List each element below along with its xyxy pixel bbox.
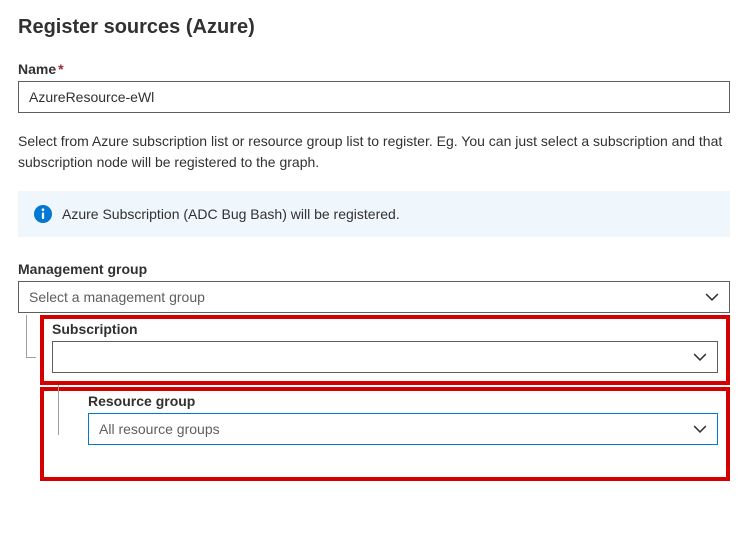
chevron-down-icon xyxy=(705,290,719,304)
info-banner-text: Azure Subscription (ADC Bug Bash) will b… xyxy=(62,206,400,222)
subscription-highlight: Subscription xyxy=(40,315,730,385)
chevron-down-icon xyxy=(693,350,707,364)
helper-text: Select from Azure subscription list or r… xyxy=(18,131,730,173)
required-asterisk: * xyxy=(58,61,63,77)
resource-group-highlight: Resource group All resource groups xyxy=(40,387,730,481)
name-field: Name* xyxy=(18,61,730,113)
resource-group-label: Resource group xyxy=(88,393,718,409)
resource-group-value: All resource groups xyxy=(99,421,220,437)
page-title: Register sources (Azure) xyxy=(18,16,730,39)
name-input[interactable] xyxy=(18,81,730,113)
name-label: Name* xyxy=(18,61,730,77)
chevron-down-icon xyxy=(693,422,707,436)
management-group-dropdown[interactable]: Select a management group xyxy=(18,281,730,313)
name-label-text: Name xyxy=(18,61,56,77)
subscription-dropdown[interactable] xyxy=(52,341,718,373)
info-banner: Azure Subscription (ADC Bug Bash) will b… xyxy=(18,191,730,237)
management-group-value: Select a management group xyxy=(29,289,205,305)
info-icon xyxy=(34,205,52,223)
management-group-label: Management group xyxy=(18,261,730,277)
management-group-field: Management group Select a management gro… xyxy=(18,261,730,481)
resource-group-dropdown[interactable]: All resource groups xyxy=(88,413,718,445)
subscription-label: Subscription xyxy=(52,321,718,337)
